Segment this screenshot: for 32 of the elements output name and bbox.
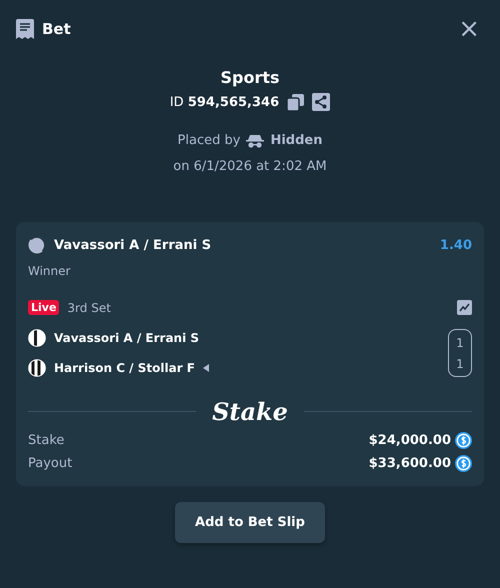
- incognito-icon: [246, 134, 264, 148]
- coin-icon: [455, 432, 472, 449]
- add-to-bet-slip-button[interactable]: Add to Bet Slip: [175, 502, 325, 543]
- bet-id: ID 594,565,346: [170, 94, 280, 110]
- match-period: 3rd Set: [67, 300, 111, 314]
- receipt-icon: [16, 19, 34, 39]
- bet-category: Sports: [220, 68, 280, 87]
- market-name: Winner: [28, 264, 72, 278]
- share-icon[interactable]: [312, 93, 330, 111]
- amount-value: $24,000.00: [368, 433, 451, 448]
- amount-label: Payout: [28, 456, 72, 471]
- live-badge: Live: [28, 300, 60, 315]
- team-score: 1: [456, 334, 464, 352]
- jersey-icon: [28, 329, 46, 347]
- modal-title: Bet: [42, 20, 71, 38]
- team-score: 1: [456, 356, 464, 372]
- serving-indicator-icon: [202, 364, 209, 372]
- team-name: Vavassori A / Errani S: [54, 331, 200, 345]
- jersey-icon: [28, 359, 46, 377]
- amount-value: $33,600.00: [368, 456, 451, 471]
- close-button[interactable]: ×: [454, 18, 484, 40]
- team-name: Harrison C / Stollar F: [54, 361, 195, 375]
- odds-value: 1.40: [440, 238, 472, 252]
- event-name: Vavassori A / Errani S: [54, 238, 212, 252]
- placed-by-user: Hidden: [270, 133, 322, 148]
- copy-icon[interactable]: [287, 94, 304, 110]
- placed-by-label: Placed by: [178, 133, 240, 148]
- placed-date: on 6/1/2026 at 2:02 AM: [173, 159, 327, 174]
- amount-label: Stake: [28, 433, 64, 448]
- brand-logo: Stake: [212, 397, 288, 426]
- stats-chart-icon[interactable]: [457, 300, 472, 315]
- coin-icon: [455, 455, 472, 472]
